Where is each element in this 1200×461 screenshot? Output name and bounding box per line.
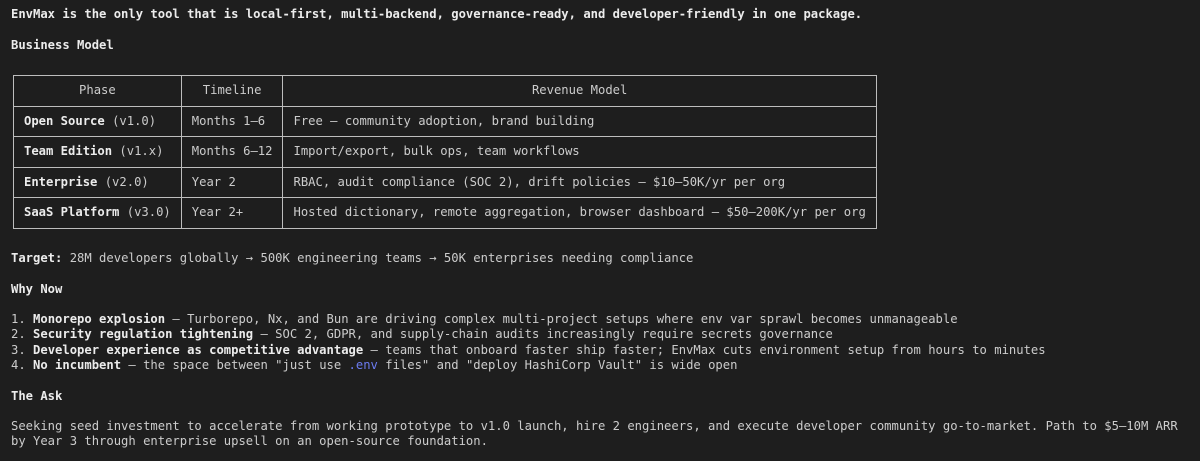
list-item: 1. Monorepo explosion — Turborepo, Nx, a… — [11, 312, 1046, 327]
why-now-heading: Why Now — [11, 282, 63, 296]
revenue-cell: Free — community adoption, brand buildin… — [282, 105, 877, 137]
list-number: 4. — [11, 357, 34, 372]
table-row: Enterprise (v2.0) Year 2 RBAC, audit com… — [13, 166, 877, 198]
revenue-cell: RBAC, audit compliance (SOC 2), drift po… — [282, 166, 877, 198]
list-number: 3. — [11, 342, 34, 357]
revenue-cell: Hosted dictionary, remote aggregation, b… — [282, 197, 877, 229]
table-row: Team Edition (v1.x) Months 6–12 Import/e… — [13, 136, 877, 168]
phase-name: SaaS Platform — [24, 205, 120, 220]
inline-code: .env — [348, 357, 378, 372]
timeline-cell: Year 2 — [180, 166, 284, 198]
phase-name: Enterprise — [24, 174, 98, 189]
list-item: 4. No incumbent — the space between "jus… — [11, 358, 1046, 373]
business-model-table: Phase Timeline Revenue Model Open Source… — [13, 75, 877, 229]
phase-version: (v2.0) — [104, 174, 149, 189]
why-now-list: 1. Monorepo explosion — Turborepo, Nx, a… — [11, 312, 1046, 373]
table-row: SaaS Platform (v3.0) Year 2+ Hosted dict… — [13, 197, 877, 229]
phase-cell: Open Source (v1.0) — [13, 105, 182, 137]
the-ask-paragraph: Seeking seed investment to accelerate fr… — [11, 419, 1178, 449]
revenue-cell: Import/export, bulk ops, team workflows — [282, 136, 877, 168]
phase-name: Open Source — [24, 113, 105, 128]
phase-name: Team Edition — [24, 144, 113, 159]
list-item: 3. Developer experience as competitive a… — [11, 343, 1046, 358]
the-ask-heading: The Ask — [11, 389, 63, 403]
list-item-title: No incumbent — [33, 357, 122, 372]
timeline-cell: Year 2+ — [180, 197, 284, 229]
column-header-timeline: Timeline — [180, 75, 284, 107]
list-number: 2. — [11, 327, 34, 342]
target-label: Target: — [11, 251, 63, 265]
intro-text: EnvMax is the only tool that is local-fi… — [11, 7, 863, 21]
timeline-cell: Months 6–12 — [180, 136, 284, 168]
list-item-title: Monorepo explosion — [33, 312, 166, 326]
list-item-text: — SOC 2, GDPR, and supply-chain audits i… — [253, 327, 833, 342]
column-header-phase: Phase — [13, 75, 182, 107]
target-text: 28M developers globally → 500K engineeri… — [62, 251, 694, 265]
table-row: Open Source (v1.0) Months 1–6 Free — com… — [13, 105, 877, 137]
list-item-text-after: files" and "deploy HashiCorp Vault" is w… — [377, 357, 738, 372]
phase-cell: SaaS Platform (v3.0) — [13, 197, 182, 229]
target-line: Target: 28M developers globally → 500K e… — [11, 251, 693, 266]
list-item-text: — teams that onboard faster ship faster;… — [363, 342, 1046, 357]
list-item: 2. Security regulation tightening — SOC … — [11, 327, 1046, 342]
timeline-cell: Months 1–6 — [180, 105, 284, 137]
list-number: 1. — [11, 312, 34, 326]
column-header-revenue-model: Revenue Model — [282, 75, 877, 107]
phase-cell: Team Edition (v1.x) — [13, 136, 182, 168]
list-item-text: — Turborepo, Nx, and Bun are driving com… — [165, 312, 958, 326]
list-item-title: Security regulation tightening — [33, 327, 254, 342]
table-header-row: Phase Timeline Revenue Model — [13, 75, 877, 107]
phase-version: (v3.0) — [126, 205, 171, 220]
list-item-text-before: — the space between "just use — [121, 357, 349, 372]
phase-version: (v1.x) — [119, 144, 164, 159]
phase-cell: Enterprise (v2.0) — [13, 166, 182, 198]
phase-version: (v1.0) — [112, 113, 157, 128]
business-model-heading: Business Model — [11, 38, 114, 52]
list-item-title: Developer experience as competitive adva… — [33, 342, 364, 357]
